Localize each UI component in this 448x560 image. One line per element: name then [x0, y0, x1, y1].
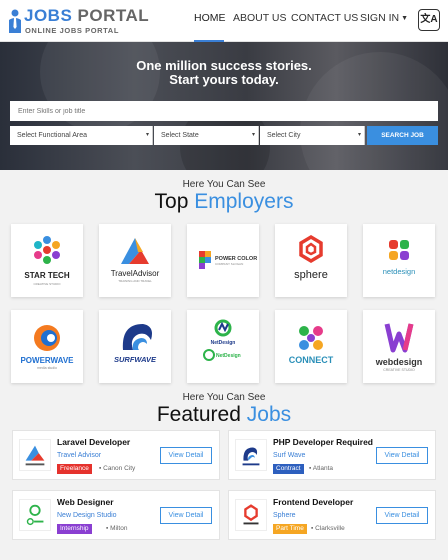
employer-card-webdesign[interactable]: webdesign CREATIVE STUDIO: [363, 310, 435, 383]
city-value: Select City: [267, 132, 301, 139]
employer-card-powerwave[interactable]: POWERWAVE media studio: [11, 310, 83, 383]
job-location: ▪ Canon City: [99, 465, 136, 472]
state-value: Select State: [161, 132, 199, 139]
nav-home[interactable]: HOME: [194, 0, 226, 42]
employer-tagline: CREATIVE STUDIO: [34, 282, 62, 286]
employer-card-surfwave[interactable]: SURFWAVE: [99, 310, 171, 383]
job-title[interactable]: PHP Developer Required: [273, 437, 373, 447]
job-card[interactable]: PHP Developer Required Surf Wave Contrac…: [228, 430, 436, 480]
netdesign-green-logo: NetDesign NetDesign: [203, 319, 241, 361]
webdesign-logo: webdesign CREATIVE STUDIO: [375, 323, 423, 372]
employer-tagline: NetDesign: [216, 353, 241, 359]
employer-name: sphere: [294, 269, 328, 281]
view-detail-button[interactable]: View Detail: [160, 507, 212, 524]
employer-card-power-color[interactable]: POWER COLOR COMPANY SLOGAN: [187, 224, 259, 297]
surfwave-logo-icon: [235, 439, 267, 471]
surfwave-logo: SURFWAVE: [114, 324, 157, 364]
netdesign-logo: netdesign: [383, 240, 416, 276]
logo-title: JOBS PORTAL: [24, 6, 150, 25]
translate-icon[interactable]: 文A: [418, 9, 440, 31]
sphere-logo: sphere: [294, 234, 328, 281]
employers-title: Top Employers: [154, 190, 294, 213]
employer-tagline: CREATIVE STUDIO: [383, 368, 415, 372]
select-arrow-icon: ▾: [251, 132, 255, 138]
employer-card-connect[interactable]: CONNECT: [275, 310, 347, 383]
nav-sign-in-label: SIGN IN: [360, 12, 400, 24]
view-detail-button[interactable]: View Detail: [160, 447, 212, 464]
nav-about-us[interactable]: ABOUT US: [233, 0, 286, 42]
employer-tagline: COMPANY SLOGAN: [215, 262, 243, 266]
hero-headline: One million success stories. Start yours…: [0, 59, 448, 87]
view-detail-button[interactable]: View Detail: [376, 507, 428, 524]
job-type-badge: Part Time: [273, 524, 307, 534]
jobs-kicker: Here You Can See: [182, 392, 266, 403]
job-location: ▪ Clarksville: [311, 525, 345, 532]
functional-area-select[interactable]: Select Functional Area ▾: [10, 126, 153, 145]
job-location: ▪ Atlanta: [309, 465, 334, 472]
logo-subtitle: ONLINE JOBS PORTAL: [25, 26, 119, 35]
employer-name: POWERWAVE: [20, 356, 74, 365]
power-color-logo: POWER COLOR COMPANY SLOGAN: [199, 251, 257, 269]
job-company[interactable]: Surf Wave: [273, 452, 305, 459]
search-job-button[interactable]: SEARCH JOB: [367, 126, 438, 145]
employers-kicker: Here You Can See: [182, 179, 266, 190]
hero-banner: One million success stories. Start yours…: [0, 42, 448, 170]
state-select[interactable]: Select State ▾: [154, 126, 259, 145]
travel-advisor-logo: TravelAdvisor TRAINING AND TRAVEL: [111, 238, 160, 283]
job-company[interactable]: New Design Studio: [57, 512, 117, 519]
employer-name: webdesign: [375, 357, 423, 367]
netdesign-logo-icon: [19, 499, 51, 531]
job-type-badge: Contract: [273, 464, 304, 474]
select-arrow-icon: ▾: [145, 132, 149, 138]
employer-card-star-tech[interactable]: STAR TECH CREATIVE STUDIO: [11, 224, 83, 297]
employer-tagline: media studio: [37, 366, 57, 370]
job-card[interactable]: Laravel Developer Travel Advisor Freelan…: [12, 430, 220, 480]
site-header: JOBS PORTAL ONLINE JOBS PORTAL HOME ABOU…: [0, 0, 448, 42]
employer-name: SURFWAVE: [114, 355, 157, 364]
job-type-badge: Internship: [57, 524, 92, 534]
functional-area-value: Select Functional Area: [17, 132, 88, 139]
nav-contact-us[interactable]: CONTACT US: [291, 0, 358, 42]
job-company[interactable]: Travel Advisor: [57, 452, 101, 459]
employer-tagline: TRAINING AND TRAVEL: [118, 279, 152, 283]
connect-logo: CONNECT: [289, 326, 334, 365]
job-title[interactable]: Frontend Developer: [273, 497, 353, 507]
employer-card-sphere[interactable]: sphere: [275, 224, 347, 297]
employer-card-netdesign[interactable]: netdesign: [363, 224, 435, 297]
job-title[interactable]: Laravel Developer: [57, 437, 130, 447]
skills-search-input[interactable]: [10, 101, 438, 121]
hero-line-2: Start yours today.: [169, 72, 279, 87]
hero-line-1: One million success stories.: [136, 58, 312, 73]
powerwave-logo: POWERWAVE media studio: [20, 325, 74, 370]
view-detail-button[interactable]: View Detail: [376, 447, 428, 464]
caret-down-icon: ▼: [401, 15, 409, 22]
job-location: ▪ Milton: [106, 525, 128, 532]
employer-name: TravelAdvisor: [111, 269, 160, 278]
employer-name: CONNECT: [289, 355, 334, 365]
select-arrow-icon: ▾: [357, 132, 361, 138]
star-tech-logo: STAR TECH CREATIVE STUDIO: [24, 236, 70, 286]
employer-name: NetDesign: [211, 340, 236, 346]
site-logo[interactable]: JOBS PORTAL ONLINE JOBS PORTAL: [8, 6, 149, 37]
employer-name: STAR TECH: [24, 271, 69, 280]
nav-sign-in[interactable]: SIGN IN ▼: [360, 0, 408, 42]
employer-card-netdesign-green[interactable]: NetDesign NetDesign: [187, 310, 259, 383]
employer-card-travel-advisor[interactable]: TravelAdvisor TRAINING AND TRAVEL: [99, 224, 171, 297]
job-type-badge: Freelance: [57, 464, 92, 474]
job-card[interactable]: Frontend Developer Sphere Part Time ▪ Cl…: [228, 490, 436, 540]
city-select[interactable]: Select City ▾: [260, 126, 365, 145]
travel-advisor-logo-icon: [19, 439, 51, 471]
job-company[interactable]: Sphere: [273, 512, 296, 519]
sphere-logo-icon: [235, 499, 267, 531]
job-title[interactable]: Web Designer: [57, 497, 114, 507]
person-tie-icon: [9, 9, 21, 33]
job-card[interactable]: Web Designer New Design Studio Internshi…: [12, 490, 220, 540]
jobs-title: Featured Jobs: [156, 403, 292, 426]
employer-name: netdesign: [383, 267, 416, 276]
